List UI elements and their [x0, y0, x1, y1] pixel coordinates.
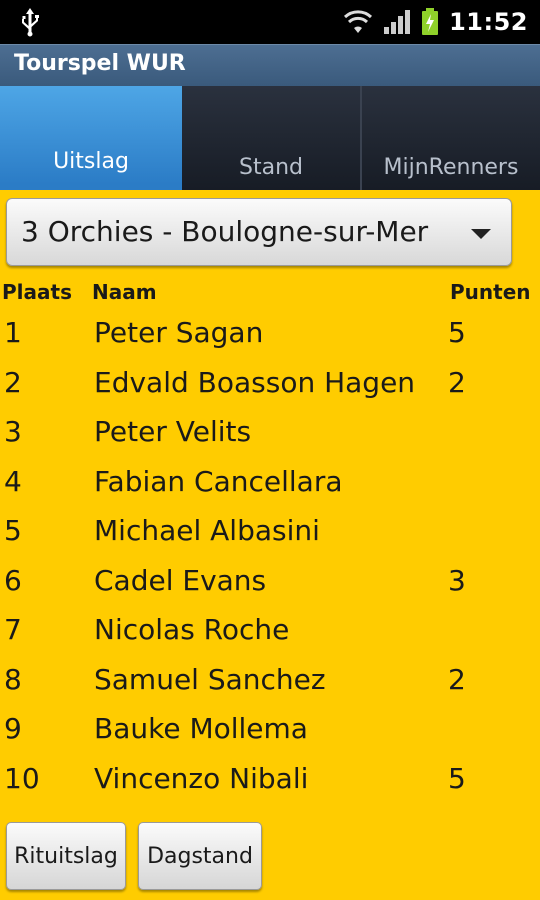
table-row: 10 Vincenzo Nibali 5	[0, 756, 540, 806]
cell-plaats: 8	[4, 662, 22, 696]
battery-charging-icon	[422, 8, 439, 35]
cell-naam: Peter Sagan	[94, 316, 264, 349]
stage-dropdown[interactable]: 3 Orchies - Boulogne-sur-Mer	[6, 198, 512, 266]
cell-punten: 5	[448, 316, 466, 349]
dropdown-arrow-icon	[471, 229, 491, 239]
header-plaats: Plaats	[2, 280, 72, 304]
cell-naam: Michael Albasini	[94, 514, 320, 547]
cell-plaats: 9	[4, 712, 22, 745]
cell-plaats: 2	[4, 365, 22, 399]
table-row: 7 Nicolas Roche	[0, 607, 540, 657]
cell-plaats: 3	[4, 415, 22, 448]
wifi-icon	[344, 10, 373, 33]
signal-icon	[384, 10, 411, 34]
cell-naam: Cadel Evans	[94, 563, 267, 597]
rituitslag-button[interactable]: Rituitslag	[6, 822, 126, 890]
dagstand-button[interactable]: Dagstand	[138, 822, 262, 890]
tab-mijnrenners[interactable]: MijnRenners	[360, 86, 540, 190]
tab-label: Uitslag	[53, 149, 129, 174]
cell-naam: Nicolas Roche	[94, 613, 290, 646]
header-punten: Punten	[450, 280, 531, 304]
cell-plaats: 1	[4, 316, 22, 349]
cell-punten: 2	[448, 662, 466, 696]
table-row: 9 Bauke Mollema	[0, 706, 540, 756]
cell-naam: Samuel Sanchez	[94, 662, 326, 696]
cell-plaats: 7	[4, 613, 22, 646]
results-table: 1 Peter Sagan 5 2 Edvald Boasson Hagen 2…	[0, 310, 540, 805]
table-row: 2 Edvald Boasson Hagen 2	[0, 360, 540, 410]
cell-naam: Edvald Boasson Hagen	[94, 365, 416, 399]
cell-plaats: 10	[4, 761, 40, 795]
clock: 11:52	[449, 8, 528, 36]
cell-naam: Peter Velits	[94, 415, 252, 448]
table-row: 4 Fabian Cancellara	[0, 459, 540, 509]
usb-icon	[22, 8, 39, 37]
results-table-header: Plaats Naam Punten	[0, 280, 540, 308]
cell-punten: 5	[448, 761, 466, 795]
table-row: 3 Peter Velits	[0, 409, 540, 459]
app-title: Tourspel WUR	[14, 51, 186, 76]
cell-naam: Fabian Cancellara	[94, 464, 343, 498]
table-row: 8 Samuel Sanchez 2	[0, 657, 540, 707]
cell-punten: 3	[448, 563, 466, 597]
status-bar: 11:52	[0, 0, 540, 44]
cell-plaats: 4	[4, 464, 22, 498]
cell-naam: Vincenzo Nibali	[94, 761, 309, 795]
header-naam: Naam	[92, 280, 157, 304]
stage-selected-value: 3 Orchies - Boulogne-sur-Mer	[21, 215, 429, 248]
table-row: 6 Cadel Evans 3	[0, 558, 540, 608]
cell-naam: Bauke Mollema	[94, 712, 308, 745]
title-bar: Tourspel WUR	[0, 44, 540, 86]
cell-plaats: 6	[4, 563, 22, 597]
table-row: 1 Peter Sagan 5	[0, 310, 540, 360]
cell-plaats: 5	[4, 514, 22, 547]
cell-punten: 2	[448, 365, 466, 399]
tab-bar: Uitslag Stand MijnRenners	[0, 86, 540, 190]
tab-uitslag[interactable]: Uitslag	[0, 86, 182, 190]
tab-label: MijnRenners	[383, 155, 519, 180]
tab-stand[interactable]: Stand	[182, 86, 360, 190]
tab-label: Stand	[239, 155, 303, 180]
table-row: 5 Michael Albasini	[0, 508, 540, 558]
